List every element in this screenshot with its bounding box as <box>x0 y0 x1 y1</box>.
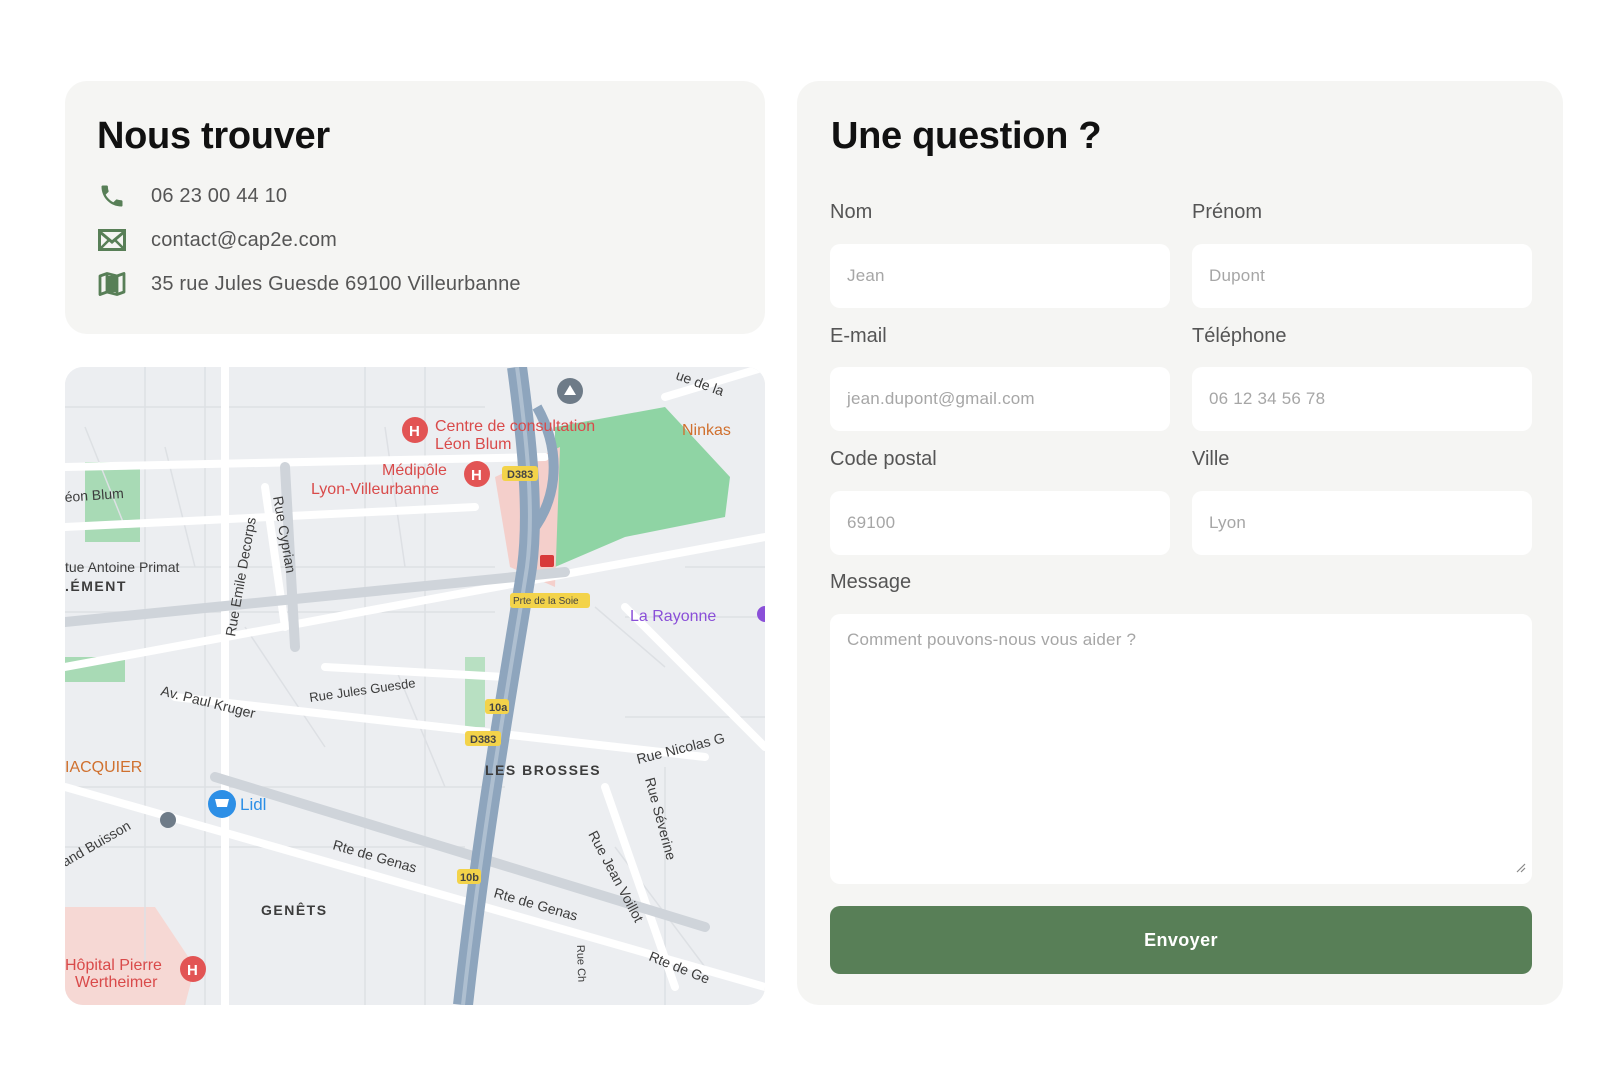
address-text: 35 rue Jules Guesde 69100 Villeurbanne <box>151 272 521 295</box>
map-label-genets: GENÊTS <box>261 901 328 918</box>
form-title: Une question ? <box>831 115 1102 157</box>
code-postal-input[interactable]: 69100 <box>830 491 1170 555</box>
message-label: Message <box>830 571 912 593</box>
shield-10a: 10a <box>489 702 508 714</box>
email-label: E-mail <box>830 325 887 347</box>
phone-icon <box>97 181 127 211</box>
map-label-clement: .ÉMENT <box>65 578 127 594</box>
code-postal-label: Code postal <box>830 448 937 470</box>
telephone-label: Téléphone <box>1192 325 1287 347</box>
map-label-centre-2: Léon Blum <box>435 436 512 453</box>
mail-icon <box>97 225 127 255</box>
message-textarea[interactable]: Comment pouvons-nous vous aider ? <box>830 614 1532 884</box>
tram-icon <box>540 555 554 567</box>
prenom-label: Prénom <box>1192 201 1263 223</box>
contact-card: Nous trouver 06 23 00 44 10 contact@cap2… <box>65 81 765 334</box>
map-label-rue-ch: Rue Ch <box>574 945 587 983</box>
map-label-medipole-1: Médipôle <box>382 462 447 479</box>
map-label-lidl: Lidl <box>240 795 266 814</box>
map-label-medipole-2: Lyon-Villeurbanne <box>311 481 439 498</box>
shield-10b: 10b <box>460 872 479 884</box>
svg-text:H: H <box>187 962 198 979</box>
message-placeholder: Comment pouvons-nous vous aider ? <box>847 630 1137 649</box>
send-button[interactable]: Envoyer <box>830 906 1532 974</box>
map-label-antoine-primat: tue Antoine Primat <box>65 559 180 575</box>
svg-text:H: H <box>471 467 482 484</box>
hospital-pin-icon: H <box>402 417 428 443</box>
ville-label: Ville <box>1192 448 1230 470</box>
map-label-centre-1: Centre de consultation <box>435 418 595 435</box>
address-row[interactable]: 35 rue Jules Guesde 69100 Villeurbanne <box>97 269 521 299</box>
ville-input[interactable]: Lyon <box>1192 491 1532 555</box>
email-row[interactable]: contact@cap2e.com <box>97 225 337 255</box>
map-label-les-brosses: LES BROSSES <box>485 762 601 778</box>
telephone-input[interactable]: 06 12 34 56 78 <box>1192 367 1532 431</box>
map-label-ninkas: Ninkas <box>682 422 731 439</box>
nom-input[interactable]: Jean <box>830 244 1170 308</box>
map-label-la-rayonne: La Rayonne <box>630 608 716 625</box>
email-input[interactable]: jean.dupont@gmail.com <box>830 367 1170 431</box>
phone-number: 06 23 00 44 10 <box>151 184 288 207</box>
map-icon <box>97 269 127 299</box>
hospital-pin-icon: H <box>180 956 206 982</box>
shield-d383-b: D383 <box>470 734 496 746</box>
map-label-hopital-1: Hôpital Pierre <box>65 957 162 974</box>
transit-pin-icon <box>557 378 583 404</box>
hospital-pin-icon: H <box>464 461 490 487</box>
shield-porte-soie: Prte de la Soie <box>513 596 579 607</box>
email-address: contact@cap2e.com <box>151 228 338 251</box>
phone-row[interactable]: 06 23 00 44 10 <box>97 181 287 211</box>
shopping-pin-icon <box>208 790 236 818</box>
prenom-input[interactable]: Dupont <box>1192 244 1532 308</box>
contact-title: Nous trouver <box>97 115 330 157</box>
map-label-hopital-2: Wertheimer <box>75 974 158 991</box>
svg-text:H: H <box>409 423 420 440</box>
nom-label: Nom <box>830 201 873 223</box>
resize-handle-icon[interactable] <box>1516 858 1526 878</box>
map-label-jacquier: IACQUIER <box>65 759 142 776</box>
lock-icon <box>160 812 176 828</box>
contact-form-card: Une question ? Nom Prénom Jean Dupont E-… <box>797 81 1563 1005</box>
location-map[interactable]: D383 D383 10a 10b Prte de la Soie H H H <box>65 367 765 1005</box>
shield-d383-a: D383 <box>507 469 533 481</box>
